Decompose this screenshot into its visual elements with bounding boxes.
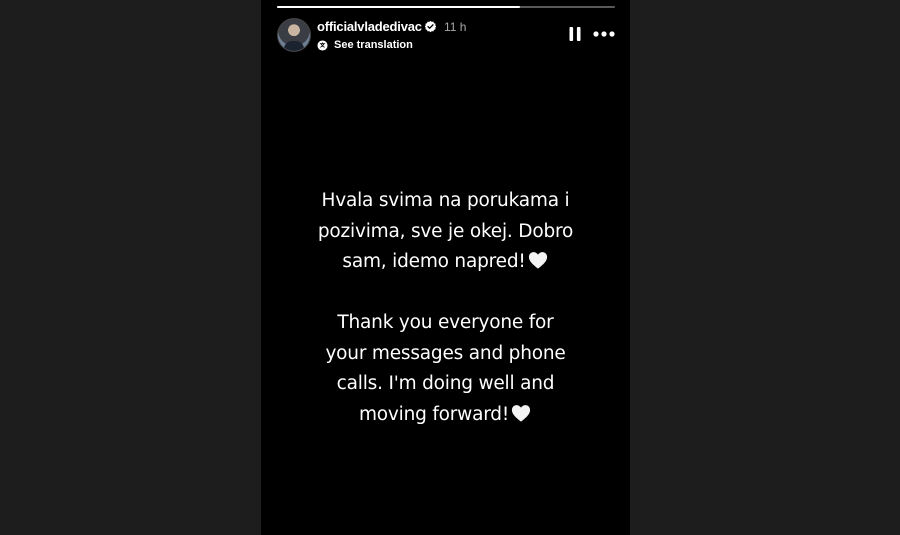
text-line: Hvala svima na porukama i — [321, 190, 570, 211]
text-line-content: sam, idemo napred! — [342, 251, 526, 272]
text-line-content: moving forward! — [358, 403, 510, 425]
see-translation-button[interactable]: See translation — [317, 38, 413, 52]
story-text-english: Thank you everyone for your messages and… — [261, 308, 630, 430]
verified-badge-icon — [424, 20, 437, 33]
post-time: 11 h — [444, 20, 467, 34]
username-link[interactable]: officialvladedivac — [317, 19, 422, 34]
story-text-serbian: Hvala svima na porukama i pozivima, sve … — [261, 186, 630, 278]
text-line: Thank you everyone for — [337, 312, 554, 333]
text-line: moving forward! — [261, 400, 630, 431]
story-progress-fill — [277, 6, 521, 8]
white-heart-icon — [511, 404, 531, 422]
story-progress-bar — [277, 6, 615, 8]
story-header: officialvladedivac 11 h See translation — [277, 18, 615, 54]
translate-icon — [317, 39, 328, 51]
avatar[interactable] — [277, 18, 311, 52]
page-background: officialvladedivac 11 h See translation — [0, 0, 900, 535]
pause-icon[interactable] — [568, 26, 582, 42]
text-line: calls. I'm doing well and — [336, 373, 555, 394]
avatar-figure — [284, 41, 304, 51]
text-line: pozivima, sve je okej. Dobro — [317, 220, 574, 242]
text-line: your messages and phone — [325, 342, 566, 364]
story-viewer[interactable]: officialvladedivac 11 h See translation — [261, 0, 630, 535]
text-line: sam, idemo napred! — [261, 247, 630, 278]
see-translation-label: See translation — [334, 39, 413, 51]
more-options-icon[interactable] — [593, 29, 615, 39]
white-heart-icon — [528, 252, 547, 269]
